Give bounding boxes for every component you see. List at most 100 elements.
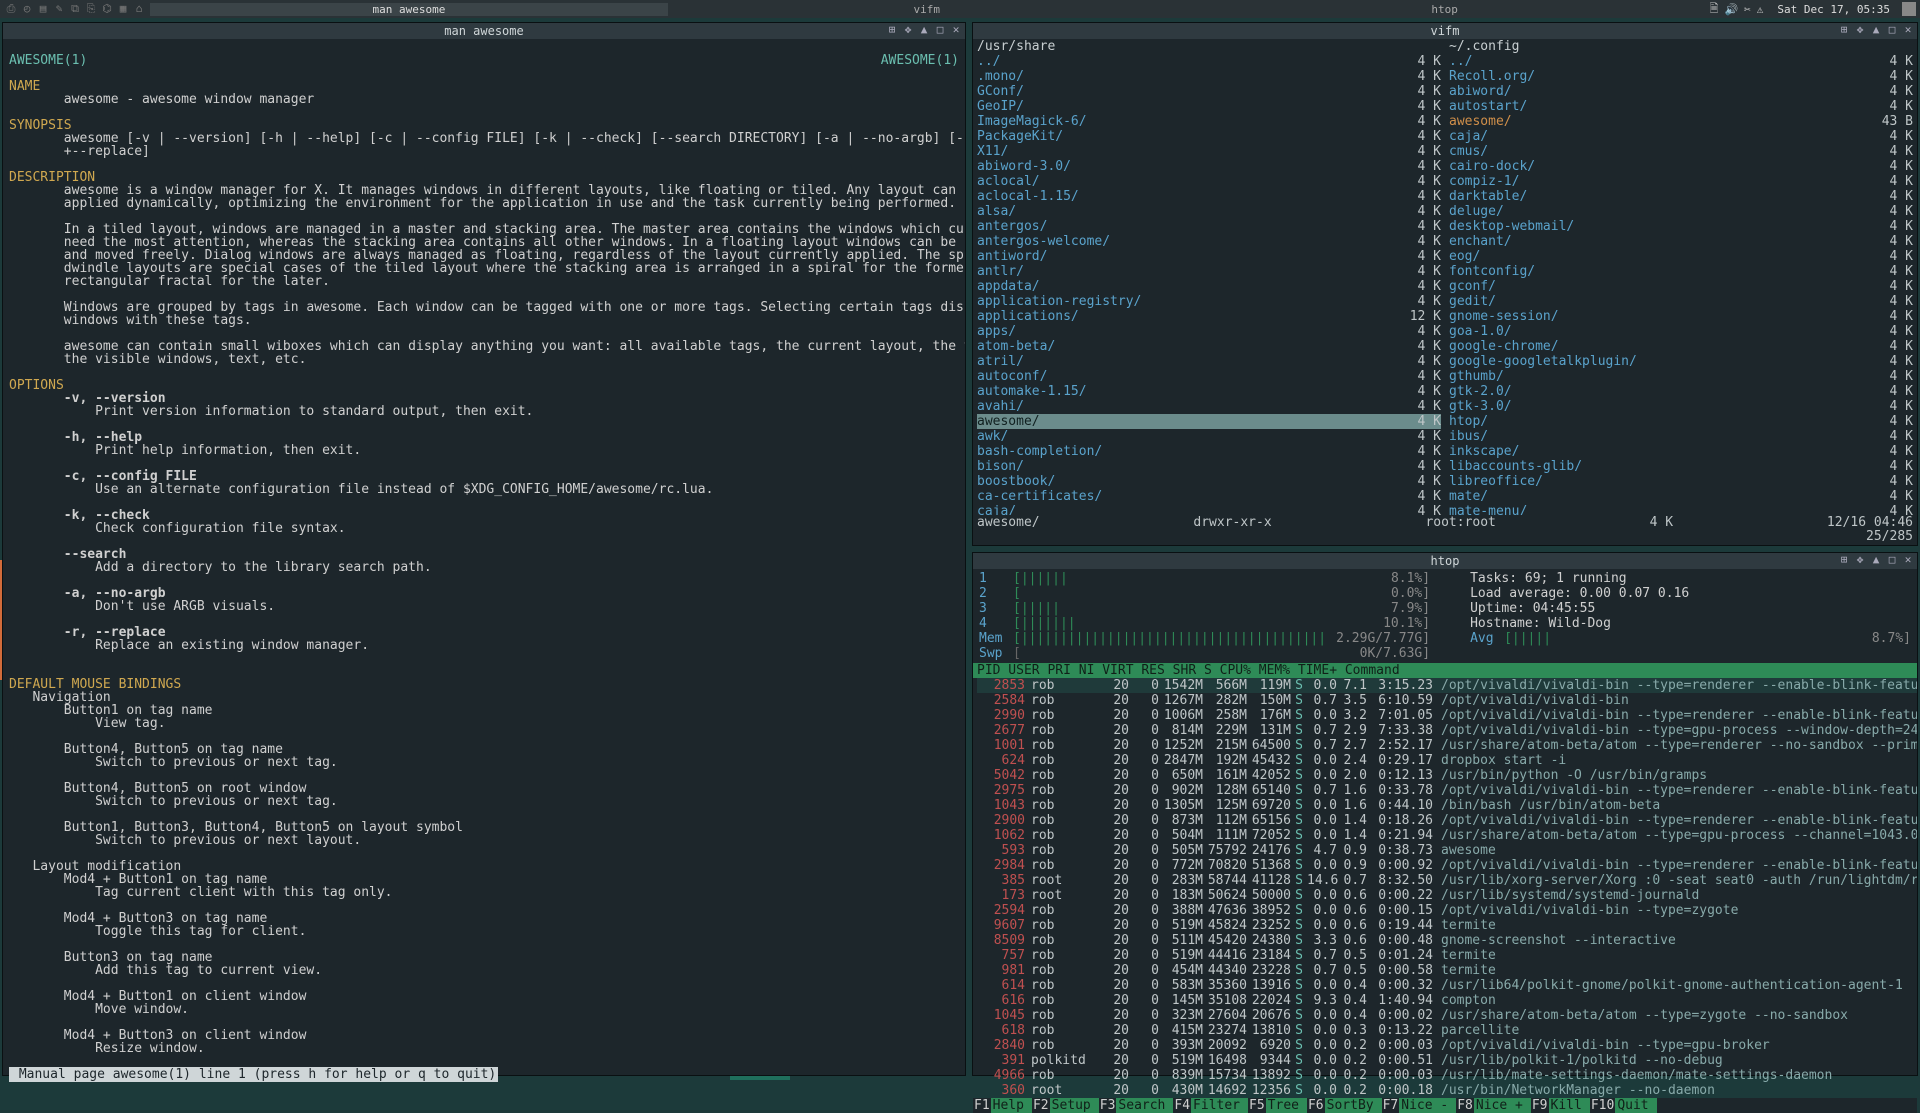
vifm-row[interactable]: avahi/4 K bbox=[977, 399, 1441, 414]
vifm-row[interactable]: ibus/4 K bbox=[1449, 429, 1913, 444]
htop-process-row[interactable]: 9607rob200519M4582423252S0.00.60:19.44te… bbox=[977, 918, 1917, 933]
htop-process-row[interactable]: 1045rob200323M2760420676S0.00.40:00.02/u… bbox=[977, 1008, 1917, 1023]
htop-process-row[interactable]: 2990rob2001006M258M176MS0.03.27:01.05/op… bbox=[977, 708, 1917, 723]
vifm-row[interactable]: aclocal-1.15/4 K bbox=[977, 189, 1441, 204]
window-button-icon[interactable]: ✕ bbox=[949, 24, 963, 37]
vifm-right-pane[interactable]: ~/.config ../4 KRecoll.org/4 Kabiword/4 … bbox=[1445, 39, 1917, 515]
vifm-row[interactable]: PackageKit/4 K bbox=[977, 129, 1441, 144]
htop-fkey[interactable]: F6SortBy bbox=[1307, 1098, 1382, 1113]
htop-process-row[interactable]: 2594rob200388M4763638952S0.00.60:00.15/o… bbox=[977, 903, 1917, 918]
window-vifm[interactable]: vifm ⊞✥▲□✕ /usr/share ../4 K.mono/4 KGCo… bbox=[972, 22, 1918, 546]
vifm-row[interactable]: cairo-dock/4 K bbox=[1449, 159, 1913, 174]
htop-fkey[interactable]: F2Setup bbox=[1032, 1098, 1099, 1113]
vifm-row[interactable]: mate/4 K bbox=[1449, 489, 1913, 504]
vifm-row[interactable]: Recoll.org/4 K bbox=[1449, 69, 1913, 84]
window-htop[interactable]: htop ⊞✥▲□✕ 1 [||||||8.1%]2 [0.0%]3 [||||… bbox=[972, 552, 1918, 1076]
htop-columns[interactable]: PID USER PRI NI VIRT RES SHR S CPU% MEM%… bbox=[973, 663, 1917, 678]
titlebar[interactable]: htop ⊞✥▲□✕ bbox=[973, 553, 1917, 569]
taglist[interactable]: ⎙ ◴ ▤ ✎ ⧉ ⎘ ⌬ ▦ ⌂ bbox=[0, 2, 150, 16]
layout-icon[interactable] bbox=[1902, 2, 1916, 16]
vifm-row[interactable]: ../4 K bbox=[1449, 54, 1913, 69]
titlebar[interactable]: vifm ⊞✥▲□✕ bbox=[973, 23, 1917, 39]
vifm-row[interactable]: atril/4 K bbox=[977, 354, 1441, 369]
htop-process-row[interactable]: 616rob200145M3510822024S9.30.41:40.94com… bbox=[977, 993, 1917, 1008]
htop-fkey[interactable]: F1Help bbox=[973, 1098, 1032, 1113]
htop-process-row[interactable]: 1001rob2001252M215M64500S0.72.72:52.17/u… bbox=[977, 738, 1917, 753]
vifm-row[interactable]: abiword/4 K bbox=[1449, 84, 1913, 99]
vifm-row[interactable]: gthumb/4 K bbox=[1449, 369, 1913, 384]
tag-icon[interactable]: ⧉ bbox=[68, 2, 82, 16]
vifm-row[interactable]: ../4 K bbox=[977, 54, 1441, 69]
htop-process-row[interactable]: 2975rob200902M128M65140S0.71.60:33.78/op… bbox=[977, 783, 1917, 798]
vifm-row[interactable]: caja/4 K bbox=[977, 504, 1441, 515]
htop-process-row[interactable]: 391polkitd200519M164989344S0.00.20:00.51… bbox=[977, 1053, 1917, 1068]
htop-fkey[interactable]: F10Quit bbox=[1590, 1098, 1657, 1113]
tag-icon[interactable]: ▦ bbox=[116, 2, 130, 16]
htop-process-list[interactable]: 2853rob2001542M566M119MS0.07.13:15.23/op… bbox=[973, 678, 1917, 1098]
tag-icon[interactable]: ✎ bbox=[52, 2, 66, 16]
vifm-panes[interactable]: /usr/share ../4 K.mono/4 KGConf/4 KGeoIP… bbox=[973, 39, 1917, 515]
htop-process-row[interactable]: 2900rob200873M112M65156S0.01.40:18.26/op… bbox=[977, 813, 1917, 828]
tag-icon[interactable]: ◴ bbox=[20, 2, 34, 16]
vifm-row[interactable]: antiword/4 K bbox=[977, 249, 1441, 264]
file-icon[interactable]: 🗎 bbox=[1710, 0, 1719, 19]
vifm-row[interactable]: appdata/4 K bbox=[977, 279, 1441, 294]
vifm-row[interactable]: application-registry/4 K bbox=[977, 294, 1441, 309]
vifm-row[interactable]: gtk-2.0/4 K bbox=[1449, 384, 1913, 399]
vifm-row[interactable]: mate-menu/4 K bbox=[1449, 504, 1913, 515]
window-button-icon[interactable]: ⊞ bbox=[1837, 24, 1851, 37]
htop-fkey[interactable]: F9Kill bbox=[1531, 1098, 1590, 1113]
vifm-row[interactable]: cmus/4 K bbox=[1449, 144, 1913, 159]
vifm-row[interactable]: abiword-3.0/4 K bbox=[977, 159, 1441, 174]
vifm-row[interactable]: awesome/4 K bbox=[977, 414, 1441, 429]
window-button-icon[interactable]: ✥ bbox=[1853, 24, 1867, 37]
vifm-row[interactable]: fontconfig/4 K bbox=[1449, 264, 1913, 279]
vifm-row[interactable]: google-googletalkplugin/4 K bbox=[1449, 354, 1913, 369]
htop-process-row[interactable]: 5042rob200650M161M42052S0.02.00:12.13/us… bbox=[977, 768, 1917, 783]
tag-icon[interactable]: ▤ bbox=[36, 2, 50, 16]
tag-icon[interactable]: ⌬ bbox=[100, 2, 114, 16]
htop-process-row[interactable]: 385root200283M5874441128S14.60.78:32.50/… bbox=[977, 873, 1917, 888]
vifm-row[interactable]: ImageMagick-6/4 K bbox=[977, 114, 1441, 129]
htop-process-row[interactable]: 624rob2002847M192M45432S0.02.40:29.17dro… bbox=[977, 753, 1917, 768]
vifm-left-pane[interactable]: /usr/share ../4 K.mono/4 KGConf/4 KGeoIP… bbox=[973, 39, 1445, 515]
vifm-cmdline[interactable]: 25/285 bbox=[973, 529, 1917, 543]
htop-process-row[interactable]: 2584rob2001267M282M150MS0.73.56:10.59/op… bbox=[977, 693, 1917, 708]
window-button-icon[interactable]: ▲ bbox=[1869, 554, 1883, 567]
vifm-row[interactable]: inkscape/4 K bbox=[1449, 444, 1913, 459]
vifm-row[interactable]: compiz-1/4 K bbox=[1449, 174, 1913, 189]
htop-process-row[interactable]: 4966rob200839M1573413892S0.00.20:00.03/u… bbox=[977, 1068, 1917, 1083]
task-man[interactable]: man awesome bbox=[150, 3, 668, 16]
htop-process-row[interactable]: 2840rob200393M200926920S0.00.20:00.03/op… bbox=[977, 1038, 1917, 1053]
htop-process-row[interactable]: 173root200183M5062450000S0.00.60:00.22/u… bbox=[977, 888, 1917, 903]
window-button-icon[interactable]: □ bbox=[933, 24, 947, 37]
htop-process-row[interactable]: 360root200430M1469212356S0.00.20:00.18/u… bbox=[977, 1083, 1917, 1098]
htop-fkey[interactable]: F7Nice - bbox=[1382, 1098, 1457, 1113]
htop-process-row[interactable]: 618rob200415M2327413810S0.00.30:13.22par… bbox=[977, 1023, 1917, 1038]
htop-process-row[interactable]: 757rob200519M4441623184S0.70.50:01.24ter… bbox=[977, 948, 1917, 963]
vifm-row[interactable]: libreoffice/4 K bbox=[1449, 474, 1913, 489]
vifm-row[interactable]: antergos/4 K bbox=[977, 219, 1441, 234]
vifm-row[interactable]: automake-1.15/4 K bbox=[977, 384, 1441, 399]
window-button-icon[interactable]: ⊞ bbox=[885, 24, 899, 37]
tag-icon[interactable]: ⎘ bbox=[84, 2, 98, 16]
htop-process-row[interactable]: 1043rob2001305M125M69720S0.01.60:44.10/b… bbox=[977, 798, 1917, 813]
vifm-row[interactable]: enchant/4 K bbox=[1449, 234, 1913, 249]
htop-process-row[interactable]: 2984rob200772M7082051368S0.00.90:00.92/o… bbox=[977, 858, 1917, 873]
htop-fkey[interactable]: F4Filter bbox=[1173, 1098, 1248, 1113]
htop-fkey[interactable]: F3Search bbox=[1099, 1098, 1174, 1113]
vifm-row[interactable]: GConf/4 K bbox=[977, 84, 1441, 99]
task-vifm[interactable]: vifm bbox=[668, 3, 1186, 16]
speaker-icon[interactable]: 🔊 bbox=[1724, 3, 1738, 16]
vifm-row[interactable]: htop/4 K bbox=[1449, 414, 1913, 429]
vifm-row[interactable]: deluge/4 K bbox=[1449, 204, 1913, 219]
tag-icon[interactable]: ⎙ bbox=[4, 2, 18, 16]
vifm-row[interactable]: gnome-session/4 K bbox=[1449, 309, 1913, 324]
htop-process-row[interactable]: 1062rob200504M111M72052S0.01.40:21.94/us… bbox=[977, 828, 1917, 843]
vifm-row[interactable]: awk/4 K bbox=[977, 429, 1441, 444]
vifm-row[interactable]: goa-1.0/4 K bbox=[1449, 324, 1913, 339]
vifm-row[interactable]: gconf/4 K bbox=[1449, 279, 1913, 294]
htop-process-row[interactable]: 614rob200583M3536013916S0.00.40:00.32/us… bbox=[977, 978, 1917, 993]
window-button-icon[interactable]: ✥ bbox=[1853, 554, 1867, 567]
window-button-icon[interactable]: ▲ bbox=[1869, 24, 1883, 37]
